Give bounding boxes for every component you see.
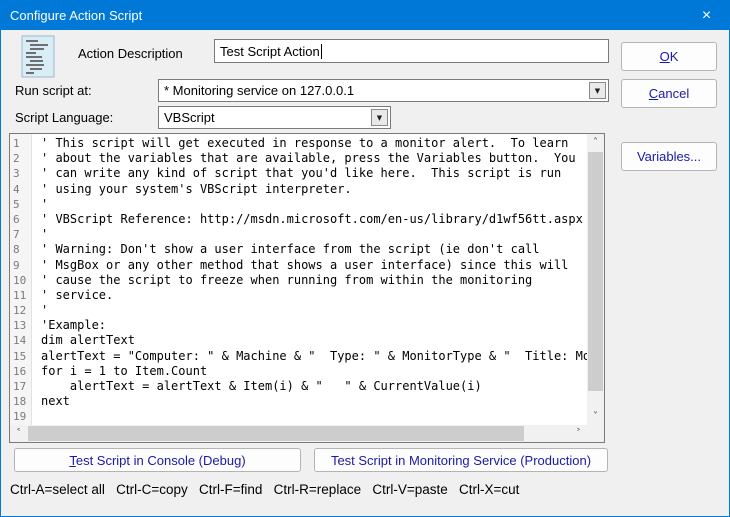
- editor-line: 2 ' about the variables that are availab…: [10, 151, 587, 166]
- line-number: 4: [10, 182, 32, 197]
- line-text: ': [32, 227, 587, 242]
- scroll-right-icon[interactable]: ˃: [570, 425, 587, 442]
- line-number: 7: [10, 227, 32, 242]
- scrollbar-corner: [587, 425, 604, 442]
- variables-button[interactable]: Variables...: [621, 142, 717, 171]
- script-language-value: VBScript: [159, 110, 369, 125]
- ok-button[interactable]: OK: [621, 42, 717, 71]
- horizontal-scrollbar[interactable]: ˂ ˃: [10, 425, 587, 442]
- window-title: Configure Action Script: [1, 8, 684, 23]
- line-text: ' cause the script to freeze when runnin…: [32, 273, 587, 288]
- line-text: ' Warning: Don't show a user interface f…: [32, 242, 587, 257]
- editor-line: 8 ' Warning: Don't show a user interface…: [10, 242, 587, 257]
- script-language-label: Script Language:: [15, 110, 113, 125]
- editor-line: 6 ' VBScript Reference: http://msdn.micr…: [10, 212, 587, 227]
- run-script-at-combobox[interactable]: * Monitoring service on 127.0.0.1 ▼: [158, 79, 609, 102]
- editor-line: 13 'Example:: [10, 318, 587, 333]
- editor-line: 15 alertText = "Computer: " & Machine & …: [10, 349, 587, 364]
- script-code-editor: 1 ' This script will get executed in res…: [9, 133, 605, 443]
- scroll-left-icon[interactable]: ˂: [10, 425, 27, 442]
- configure-action-script-dialog: Configure Action Script × Action Descrip…: [0, 0, 730, 517]
- line-text: dim alertText: [32, 333, 587, 348]
- line-number: 6: [10, 212, 32, 227]
- action-description-input[interactable]: Test Script Action: [214, 39, 609, 63]
- action-description-label: Action Description: [78, 46, 183, 61]
- close-icon[interactable]: ×: [684, 1, 729, 30]
- chevron-down-icon[interactable]: ▼: [589, 82, 606, 99]
- line-number: 2: [10, 151, 32, 166]
- editor-line: 5 ': [10, 197, 587, 212]
- keyboard-shortcuts-status-text: Ctrl-A=select all Ctrl-C=copy Ctrl-F=fin…: [10, 482, 519, 497]
- line-text: ' VBScript Reference: http://msdn.micros…: [32, 212, 587, 227]
- line-text: alertText = "Computer: " & Machine & " T…: [32, 349, 587, 364]
- line-number: 15: [10, 349, 32, 364]
- line-number: 16: [10, 364, 32, 379]
- editor-line: 18 next: [10, 394, 587, 409]
- cancel-button[interactable]: Cancel: [621, 79, 717, 108]
- line-number: 14: [10, 333, 32, 348]
- line-number: 5: [10, 197, 32, 212]
- text-caret: [321, 44, 322, 59]
- action-description-value: Test Script Action: [220, 44, 320, 59]
- line-number: 1: [10, 136, 32, 151]
- run-script-at-label: Run script at:: [15, 83, 92, 98]
- line-text: ' service.: [32, 288, 587, 303]
- vertical-scrollbar-thumb[interactable]: [588, 152, 603, 391]
- editor-line: 9 ' MsgBox or any other method that show…: [10, 258, 587, 273]
- titlebar: Configure Action Script ×: [1, 1, 729, 30]
- line-text: ' MsgBox or any other method that shows …: [32, 258, 587, 273]
- line-number: 18: [10, 394, 32, 409]
- run-script-at-value: * Monitoring service on 127.0.0.1: [159, 83, 587, 98]
- editor-line: 10 ' cause the script to freeze when run…: [10, 273, 587, 288]
- script-document-icon: [21, 35, 55, 83]
- line-text: next: [32, 394, 587, 409]
- line-number: 9: [10, 258, 32, 273]
- test-script-service-button[interactable]: Test Script in Monitoring Service (Produ…: [314, 448, 608, 472]
- line-number: 17: [10, 379, 32, 394]
- line-text: ' about the variables that are available…: [32, 151, 587, 166]
- editor-line: 4 ' using your system's VBScript interpr…: [10, 182, 587, 197]
- editor-line: 1 ' This script will get executed in res…: [10, 136, 587, 151]
- line-number: 3: [10, 166, 32, 181]
- line-text: alertText = alertText & Item(i) & " " & …: [32, 379, 587, 394]
- scroll-up-icon[interactable]: ˄: [587, 134, 604, 151]
- editor-line: 16 for i = 1 to Item.Count: [10, 364, 587, 379]
- editor-line: 7 ': [10, 227, 587, 242]
- line-text: ' using your system's VBScript interpret…: [32, 182, 587, 197]
- editor-line: 17 alertText = alertText & Item(i) & " "…: [10, 379, 587, 394]
- editor-line: 3 ' can write any kind of script that yo…: [10, 166, 587, 181]
- editor-line: 11 ' service.: [10, 288, 587, 303]
- line-number: 12: [10, 303, 32, 318]
- line-number: 8: [10, 242, 32, 257]
- line-text: for i = 1 to Item.Count: [32, 364, 587, 379]
- chevron-down-icon[interactable]: ▼: [371, 109, 388, 126]
- line-number: 10: [10, 273, 32, 288]
- code-text-area[interactable]: 1 ' This script will get executed in res…: [10, 134, 587, 425]
- line-text: ' can write any kind of script that you'…: [32, 166, 587, 181]
- scroll-down-icon[interactable]: ˅: [587, 408, 604, 425]
- test-script-console-button[interactable]: Test Script in Console (Debug): [14, 448, 301, 472]
- horizontal-scrollbar-thumb[interactable]: [28, 426, 524, 441]
- line-number: 13: [10, 318, 32, 333]
- line-number: 11: [10, 288, 32, 303]
- line-number: 19: [10, 409, 32, 424]
- editor-line: 14 dim alertText: [10, 333, 587, 348]
- editor-line: 12 ': [10, 303, 587, 318]
- line-text: ': [32, 197, 587, 212]
- line-text: ' This script will get executed in respo…: [32, 136, 587, 151]
- line-text: ': [32, 303, 587, 318]
- editor-line: 19: [10, 409, 587, 424]
- line-text: [32, 409, 587, 424]
- line-text: 'Example:: [32, 318, 587, 333]
- vertical-scrollbar[interactable]: ˄ ˅: [587, 134, 604, 425]
- script-language-combobox[interactable]: VBScript ▼: [158, 106, 391, 129]
